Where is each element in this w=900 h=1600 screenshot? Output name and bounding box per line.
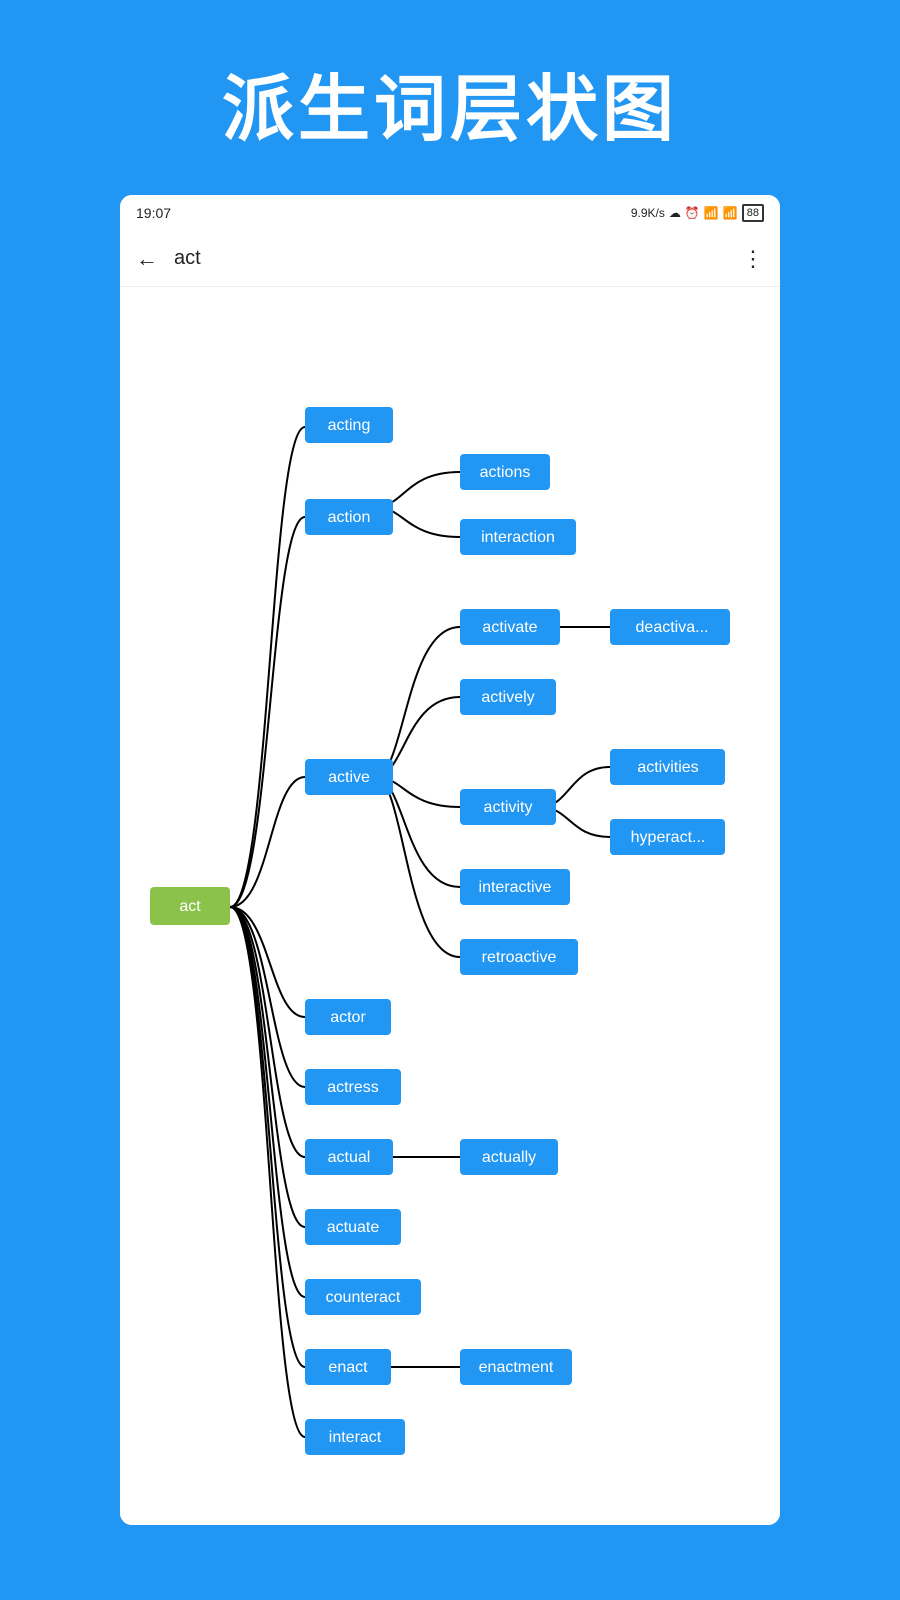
svg-text:counteract: counteract <box>326 1289 401 1306</box>
svg-text:activate: activate <box>482 619 537 636</box>
svg-text:enact: enact <box>328 1359 368 1376</box>
svg-text:retroactive: retroactive <box>482 949 557 966</box>
svg-text:interactive: interactive <box>479 879 552 896</box>
svg-text:action: action <box>328 509 371 526</box>
app-title: act <box>174 247 742 270</box>
svg-text:actual: actual <box>328 1149 371 1166</box>
phone-frame: 19:07 9.9K/s ☁ ⏰ 📶 📶 88 ← act ⋮ <box>120 195 780 1525</box>
menu-button[interactable]: ⋮ <box>742 246 764 272</box>
status-right: 9.9K/s ☁ ⏰ 📶 📶 88 <box>631 204 764 222</box>
svg-text:active: active <box>328 769 370 786</box>
network-speed: 9.9K/s <box>631 206 665 220</box>
svg-text:actress: actress <box>327 1079 379 1096</box>
alarm-icon: ⏰ <box>685 206 700 220</box>
svg-text:activities: activities <box>637 759 698 776</box>
svg-text:act: act <box>179 898 201 915</box>
svg-text:deactiva...: deactiva... <box>636 619 709 636</box>
app-bar: ← act ⋮ <box>120 231 780 287</box>
status-bar: 19:07 9.9K/s ☁ ⏰ 📶 📶 88 <box>120 195 780 231</box>
svg-text:actor: actor <box>330 1009 366 1026</box>
svg-text:actions: actions <box>480 464 531 481</box>
svg-text:enactment: enactment <box>479 1359 554 1376</box>
svg-text:hyperact...: hyperact... <box>631 829 706 846</box>
cloud-icon: ☁ <box>669 206 681 220</box>
svg-text:activity: activity <box>484 799 533 816</box>
wifi-icon: 📶 <box>723 206 738 220</box>
svg-text:actuate: actuate <box>327 1219 380 1236</box>
svg-text:actively: actively <box>481 689 534 706</box>
svg-text:actually: actually <box>482 1149 536 1166</box>
battery-display: 88 <box>742 204 764 222</box>
svg-text:interaction: interaction <box>481 529 555 546</box>
tree-svg: act acting action actions interaction ac… <box>120 287 780 1525</box>
signal-icon: 📶 <box>704 206 719 220</box>
svg-text:acting: acting <box>328 417 371 434</box>
back-button[interactable]: ← <box>136 246 158 272</box>
time: 19:07 <box>136 205 171 221</box>
svg-text:interact: interact <box>329 1429 382 1446</box>
page-title: 派生词层状图 <box>0 0 900 195</box>
tree-container: act acting action actions interaction ac… <box>120 287 780 1525</box>
